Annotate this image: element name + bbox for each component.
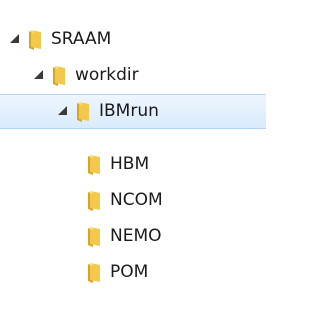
tree-item-ibmrun[interactable]: IBMrun [0, 94, 266, 129]
folder-icon [88, 191, 100, 211]
tree-item-sraam[interactable]: SRAAM [0, 22, 266, 57]
expanded-arrow-icon[interactable] [34, 70, 43, 79]
tree-item-pom[interactable]: POM [0, 255, 266, 290]
folder-icon [88, 155, 100, 175]
folder-icon [77, 102, 89, 122]
folder-icon [29, 30, 41, 50]
tree-item-ncom[interactable]: NCOM [0, 183, 266, 218]
expanded-arrow-icon[interactable] [58, 106, 67, 115]
folder-icon [88, 263, 100, 283]
folder-icon [53, 66, 65, 86]
folder-tree: SRAAM workdir IBMrun HBM NCOM NEMO POM [0, 0, 266, 309]
tree-item-hbm[interactable]: HBM [0, 147, 266, 182]
tree-item-label: HBM [110, 154, 150, 174]
tree-item-label: NEMO [110, 226, 162, 246]
tree-item-nemo[interactable]: NEMO [0, 219, 266, 254]
tree-item-label: IBMrun [99, 101, 159, 121]
folder-icon [88, 227, 100, 247]
tree-item-label: POM [110, 262, 149, 282]
tree-item-label: NCOM [110, 190, 163, 210]
tree-item-label: workdir [75, 65, 139, 85]
tree-item-workdir[interactable]: workdir [0, 58, 266, 93]
tree-item-label: SRAAM [51, 29, 112, 49]
expanded-arrow-icon[interactable] [10, 34, 19, 43]
